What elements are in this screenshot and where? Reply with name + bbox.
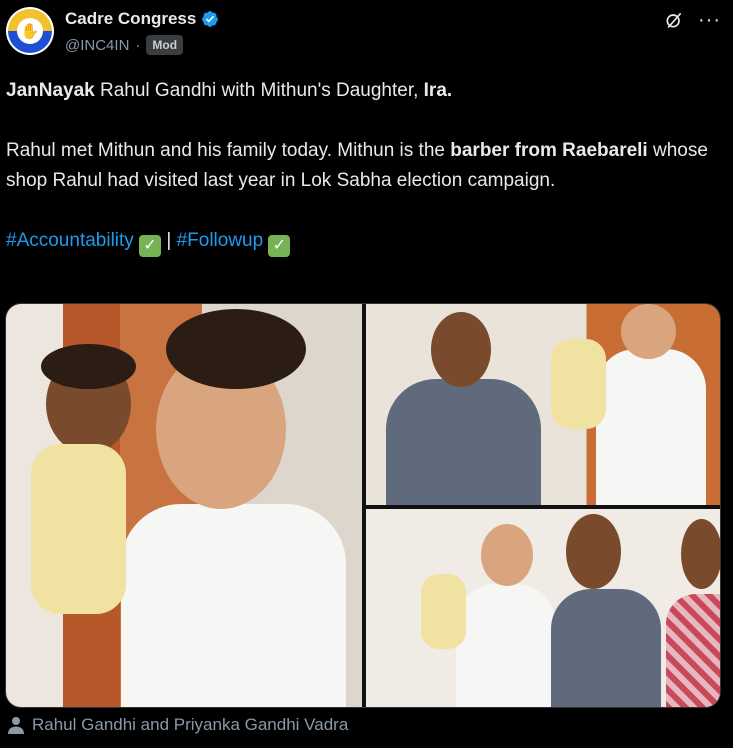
tweet-text: JanNayak Rahul Gandhi with Mithun's Daug… — [6, 76, 716, 257]
mod-badge: Mod — [146, 35, 184, 55]
author-avatar[interactable]: ✋ — [6, 7, 54, 55]
hashtag-line: #Accountability ✓ | #Followup ✓ — [6, 226, 716, 257]
grok-icon[interactable] — [664, 10, 684, 30]
check-mark-icon: ✓ — [139, 235, 162, 257]
hashtag-followup[interactable]: #Followup — [177, 230, 264, 251]
author-name-row: Cadre Congress — [65, 9, 219, 29]
tweet: ✋ Cadre Congress @INC4IN · Mod ··· JanNa… — [0, 0, 733, 748]
photo-1[interactable] — [6, 304, 362, 707]
author-handle-row: @INC4IN · Mod — [65, 35, 184, 55]
tagged-people[interactable]: Rahul Gandhi and Priyanka Gandhi Vadra — [8, 715, 348, 735]
photo-2[interactable] — [366, 304, 720, 505]
verified-badge-icon — [202, 11, 219, 27]
author-handle[interactable]: @INC4IN — [65, 37, 129, 54]
more-icon[interactable]: ··· — [698, 10, 721, 30]
tagged-people-text: Rahul Gandhi and Priyanka Gandhi Vadra — [32, 715, 349, 734]
hashtag-accountability[interactable]: #Accountability — [6, 230, 134, 251]
check-mark-icon: ✓ — [268, 235, 291, 257]
text-line-1: JanNayak Rahul Gandhi with Mithun's Daug… — [6, 80, 453, 101]
header-actions: ··· — [664, 10, 721, 30]
text-line-2: Rahul met Mithun and his family today. M… — [6, 140, 708, 191]
separator: · — [135, 36, 141, 54]
author-display-name[interactable]: Cadre Congress — [65, 9, 196, 29]
photo-3[interactable] — [366, 509, 720, 707]
person-icon — [8, 717, 24, 734]
media-grid — [5, 303, 721, 708]
